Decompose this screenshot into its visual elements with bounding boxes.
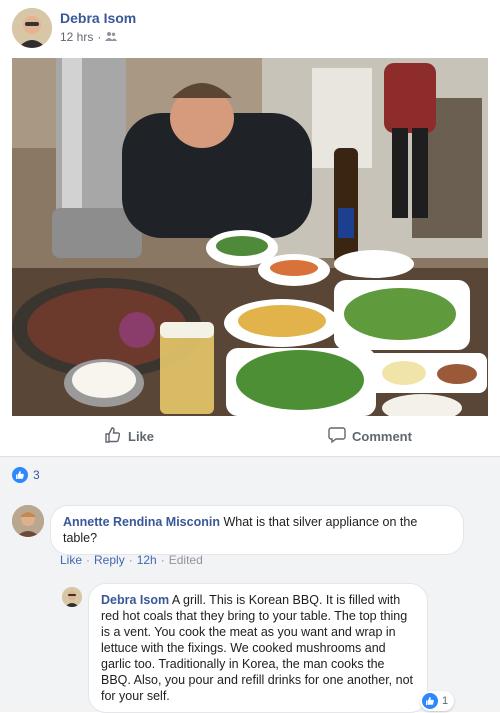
thumbs-up-icon — [12, 467, 28, 483]
post-photo[interactable] — [12, 58, 488, 416]
comment-reply-link[interactable]: Reply — [94, 553, 125, 567]
comment-actions: Like · Reply · 12h · Edited — [60, 553, 203, 567]
reply-reaction[interactable]: 1 — [420, 691, 455, 711]
post-meta: 12 hrs · — [60, 30, 118, 44]
reply-avatar[interactable] — [62, 587, 82, 607]
friends-icon[interactable] — [105, 30, 118, 44]
comment-bubble: Annette Rendina Misconin What is that si… — [50, 505, 464, 555]
comment-time[interactable]: 12h — [137, 553, 157, 567]
thumbs-up-icon — [422, 693, 438, 709]
comment-author[interactable]: Annette Rendina Misconin — [63, 515, 220, 529]
reaction-summary[interactable]: 3 — [12, 467, 40, 483]
thumbs-up-icon — [104, 426, 122, 447]
comment-edited[interactable]: Edited — [169, 553, 203, 567]
reply-bubble: Debra Isom A grill. This is Korean BBQ. … — [88, 583, 428, 713]
reply-reaction-count: 1 — [442, 695, 449, 707]
reaction-count: 3 — [33, 468, 40, 482]
reply-author[interactable]: Debra Isom — [101, 593, 169, 607]
commenter-avatar[interactable] — [12, 505, 44, 537]
comment-icon — [328, 426, 346, 447]
post-actions: Like Comment — [12, 418, 488, 454]
comment-like-link[interactable]: Like — [60, 553, 82, 567]
like-label: Like — [128, 428, 155, 444]
comments-section: 3 Annette Rendina Misconin What is that … — [0, 456, 500, 713]
comment-button[interactable]: Comment — [328, 418, 412, 454]
post-author[interactable]: Debra Isom — [60, 10, 136, 26]
like-button[interactable]: Like — [104, 418, 154, 454]
author-avatar[interactable] — [12, 8, 52, 48]
comment-label: Comment — [352, 428, 412, 444]
post-time[interactable]: 12 hrs — [60, 30, 93, 44]
reply-text: A grill. This is Korean BBQ. It is fille… — [101, 593, 413, 703]
post-header: Debra Isom 12 hrs · — [0, 0, 500, 58]
